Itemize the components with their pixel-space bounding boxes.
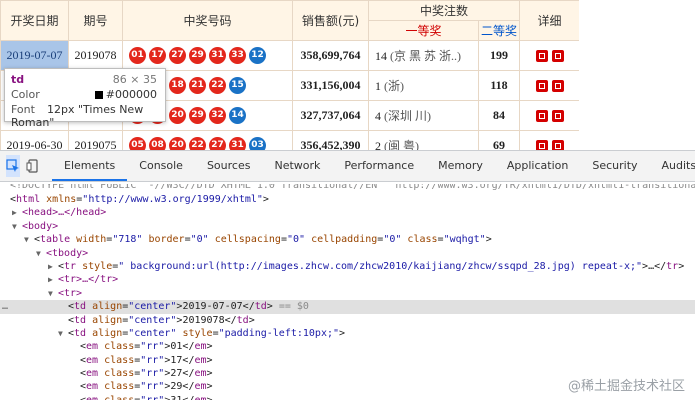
devtools-tab-performance[interactable]: Performance: [332, 151, 426, 181]
devtools-tab-application[interactable]: Application: [495, 151, 580, 181]
expand-triangle-icon[interactable]: ▶: [12, 206, 22, 219]
devtools-tab-console[interactable]: Console: [127, 151, 195, 181]
cell-first-prize: 4 (深圳 川): [368, 100, 479, 131]
devtools-tab-audits[interactable]: Audits: [650, 151, 695, 181]
devtools-panel: Elements Console Sources Network Performance…: [0, 150, 695, 402]
tooltip-color-value: #000000: [105, 88, 157, 101]
dom-tree[interactable]: <!DOCTYPE html PUBLIC "-//W3C//DTD XHTML…: [0, 182, 695, 400]
cell-first-prize: 1 (浙): [368, 70, 479, 101]
dom-em[interactable]: <em class="rr">01</em>: [0, 340, 695, 353]
red-ball: 21: [189, 77, 206, 94]
table-row: 2019-07-07 2019078 01 17 27 29 31 33 12 358,699,7…: [0, 40, 579, 71]
header-second-prize: 二等奖: [477, 20, 521, 41]
cell-second-prize: 199: [477, 40, 521, 71]
device-toolbar-icon[interactable]: [26, 155, 40, 177]
expand-triangle-icon[interactable]: ▶: [48, 273, 58, 286]
dom-td-date-selected[interactable]: … <td align="center">2019-07-07</td> == $…: [0, 300, 695, 314]
dom-tbody[interactable]: ▼ <tbody>: [0, 247, 695, 260]
tooltip-tag: td: [11, 73, 25, 86]
watermark: @稀土掘金技术社区: [567, 379, 685, 394]
red-ball: 33: [229, 47, 246, 64]
collapse-triangle-icon[interactable]: ▼: [36, 247, 46, 260]
table-header-row: 开奖日期 期号 中奖号码 销售额(元) 中奖注数 详细: [0, 0, 579, 41]
header-first-prize: 一等奖: [368, 20, 479, 41]
dom-em[interactable]: <em class="rr">17</em>: [0, 354, 695, 367]
cell-detail: [519, 70, 579, 101]
cell-detail: [519, 40, 579, 71]
more-dots-icon[interactable]: …: [2, 300, 8, 313]
dom-html[interactable]: <html xmlns="http://www.w3.org/1999/xhtm…: [0, 193, 695, 206]
detail-icon[interactable]: [551, 50, 564, 63]
document-icon[interactable]: [535, 50, 548, 63]
cell-first-prize: 14 (京 黑 苏 浙..): [368, 40, 479, 71]
dom-body[interactable]: ▼ <body>: [0, 220, 695, 233]
cell-second-prize: 84: [477, 100, 521, 131]
devtools-tab-network[interactable]: Network: [262, 151, 332, 181]
blue-ball: 15: [229, 77, 246, 94]
dom-doctype: <!DOCTYPE html PUBLIC "-//W3C//DTD XHTML…: [10, 184, 695, 191]
devtools-tab-elements[interactable]: Elements: [52, 151, 128, 181]
header-winners: 中奖注数: [367, 0, 521, 21]
red-ball: 29: [189, 107, 206, 124]
header-sales: 销售额(元): [292, 0, 369, 41]
dom-tr-open[interactable]: ▼ <tr>: [0, 287, 695, 300]
red-ball: 01: [129, 47, 146, 64]
dom-head[interactable]: ▶ <head>…</head>: [0, 206, 695, 219]
header-detail: 详细: [519, 0, 579, 41]
cell-numbers: 01 17 27 29 31 33 12: [122, 40, 293, 71]
dom-td-numbers[interactable]: ▼ <td align="center" style="padding-left:…: [0, 327, 695, 340]
cell-sales: 358,699,764: [292, 40, 369, 71]
cell-detail: [519, 100, 579, 131]
devtools-toolbar: Elements Console Sources Network Performance…: [0, 151, 695, 182]
devtools-tab-memory[interactable]: Memory: [426, 151, 495, 181]
expand-triangle-icon[interactable]: ▶: [48, 260, 58, 273]
dom-td-issue[interactable]: <td align="center">2019078</td>: [0, 314, 695, 327]
tooltip-font-label: Font: [11, 103, 35, 116]
inspect-tooltip: td 86 × 35 Color #000000 Font 12px "Times N…: [4, 68, 166, 129]
devtools-tab-security[interactable]: Security: [580, 151, 649, 181]
header-numbers: 中奖号码: [122, 0, 293, 41]
color-swatch-icon: [94, 91, 103, 99]
dom-tr-style[interactable]: ▶ <tr style=" background:url(http://image…: [0, 260, 695, 273]
detail-icon[interactable]: [551, 80, 564, 93]
header-draw-date: 开奖日期: [0, 0, 69, 41]
blue-ball: 14: [229, 107, 246, 124]
tooltip-size: 86 × 35: [112, 73, 157, 86]
collapse-triangle-icon[interactable]: ▼: [12, 220, 22, 233]
blue-ball: 12: [249, 47, 266, 64]
red-ball: 18: [169, 77, 186, 94]
red-ball: 32: [209, 107, 226, 124]
document-icon[interactable]: [535, 80, 548, 93]
cell-date: 2019-07-07: [0, 40, 69, 71]
dom-table[interactable]: ▼ <table width="718" border="0" cellspaci…: [0, 233, 695, 246]
dom-tr-collapsed[interactable]: ▶ <tr>…</tr>: [0, 273, 695, 286]
red-ball: 17: [149, 47, 166, 64]
red-ball: 20: [169, 107, 186, 124]
dom-em-partial[interactable]: <em class="rr">31</em>: [0, 394, 695, 400]
collapse-triangle-icon[interactable]: ▼: [58, 327, 68, 340]
red-ball: 29: [189, 47, 206, 64]
tooltip-color-label: Color: [11, 88, 40, 101]
detail-icon[interactable]: [551, 110, 564, 123]
red-ball: 31: [209, 47, 226, 64]
cell-sales: 331,156,004: [292, 70, 369, 101]
header-issue: 期号: [68, 0, 123, 41]
red-ball: 22: [209, 77, 226, 94]
inspect-element-icon[interactable]: [6, 155, 20, 177]
cell-second-prize: 118: [477, 70, 521, 101]
collapse-triangle-icon[interactable]: ▼: [48, 287, 58, 300]
red-ball: 27: [169, 47, 186, 64]
cell-sales: 327,737,064: [292, 100, 369, 131]
cell-issue: 2019078: [68, 40, 123, 71]
devtools-tab-sources[interactable]: Sources: [195, 151, 263, 181]
document-icon[interactable]: [535, 110, 548, 123]
collapse-triangle-icon[interactable]: ▼: [24, 233, 34, 246]
